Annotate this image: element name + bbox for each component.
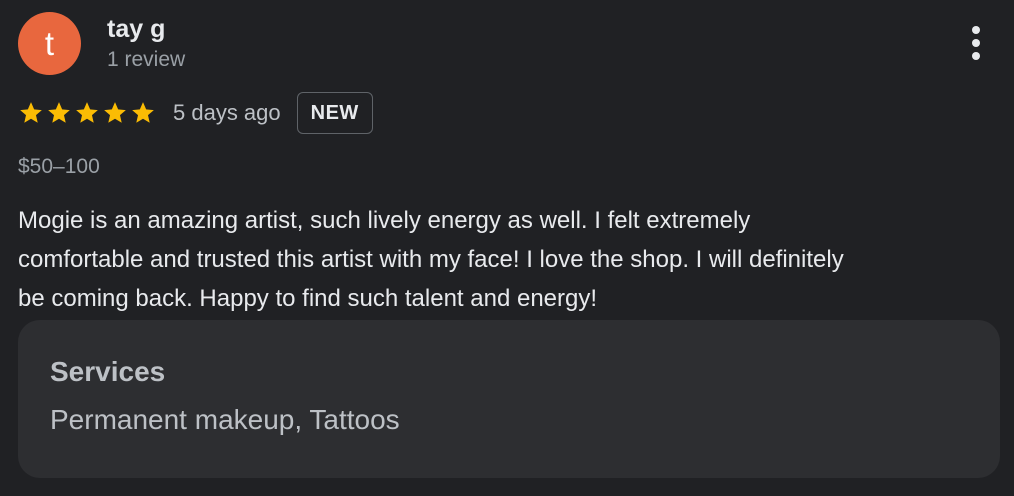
star-rating <box>18 91 158 135</box>
review-date: 5 days ago <box>173 100 281 125</box>
star-icon <box>48 102 70 123</box>
review-text: Mogie is an amazing artist, such lively … <box>18 207 844 312</box>
services-card: Services Permanent makeup, Tattoos <box>18 320 1000 478</box>
price-range: $50–100 <box>18 155 100 178</box>
review-header: t tay g 1 review <box>18 12 185 75</box>
more-vert-icon <box>972 26 980 60</box>
services-value: Permanent makeup, Tattoos <box>50 404 400 435</box>
star-icon <box>104 102 126 123</box>
author-info: tay g 1 review <box>107 14 185 74</box>
avatar[interactable]: t <box>18 12 81 75</box>
more-options-button[interactable] <box>957 24 995 62</box>
star-icon <box>132 102 154 123</box>
author-name[interactable]: tay g <box>107 14 185 44</box>
star-icon <box>76 102 98 123</box>
author-review-count[interactable]: 1 review <box>107 46 185 74</box>
rating-row: 5 days ago NEW <box>18 91 373 135</box>
new-badge: NEW <box>296 92 373 134</box>
review-card: t tay g 1 review 5 days ago NEW $50–100 … <box>0 0 1014 496</box>
avatar-initial: t <box>44 24 55 62</box>
star-icon <box>20 102 42 123</box>
services-title: Services <box>50 356 166 387</box>
